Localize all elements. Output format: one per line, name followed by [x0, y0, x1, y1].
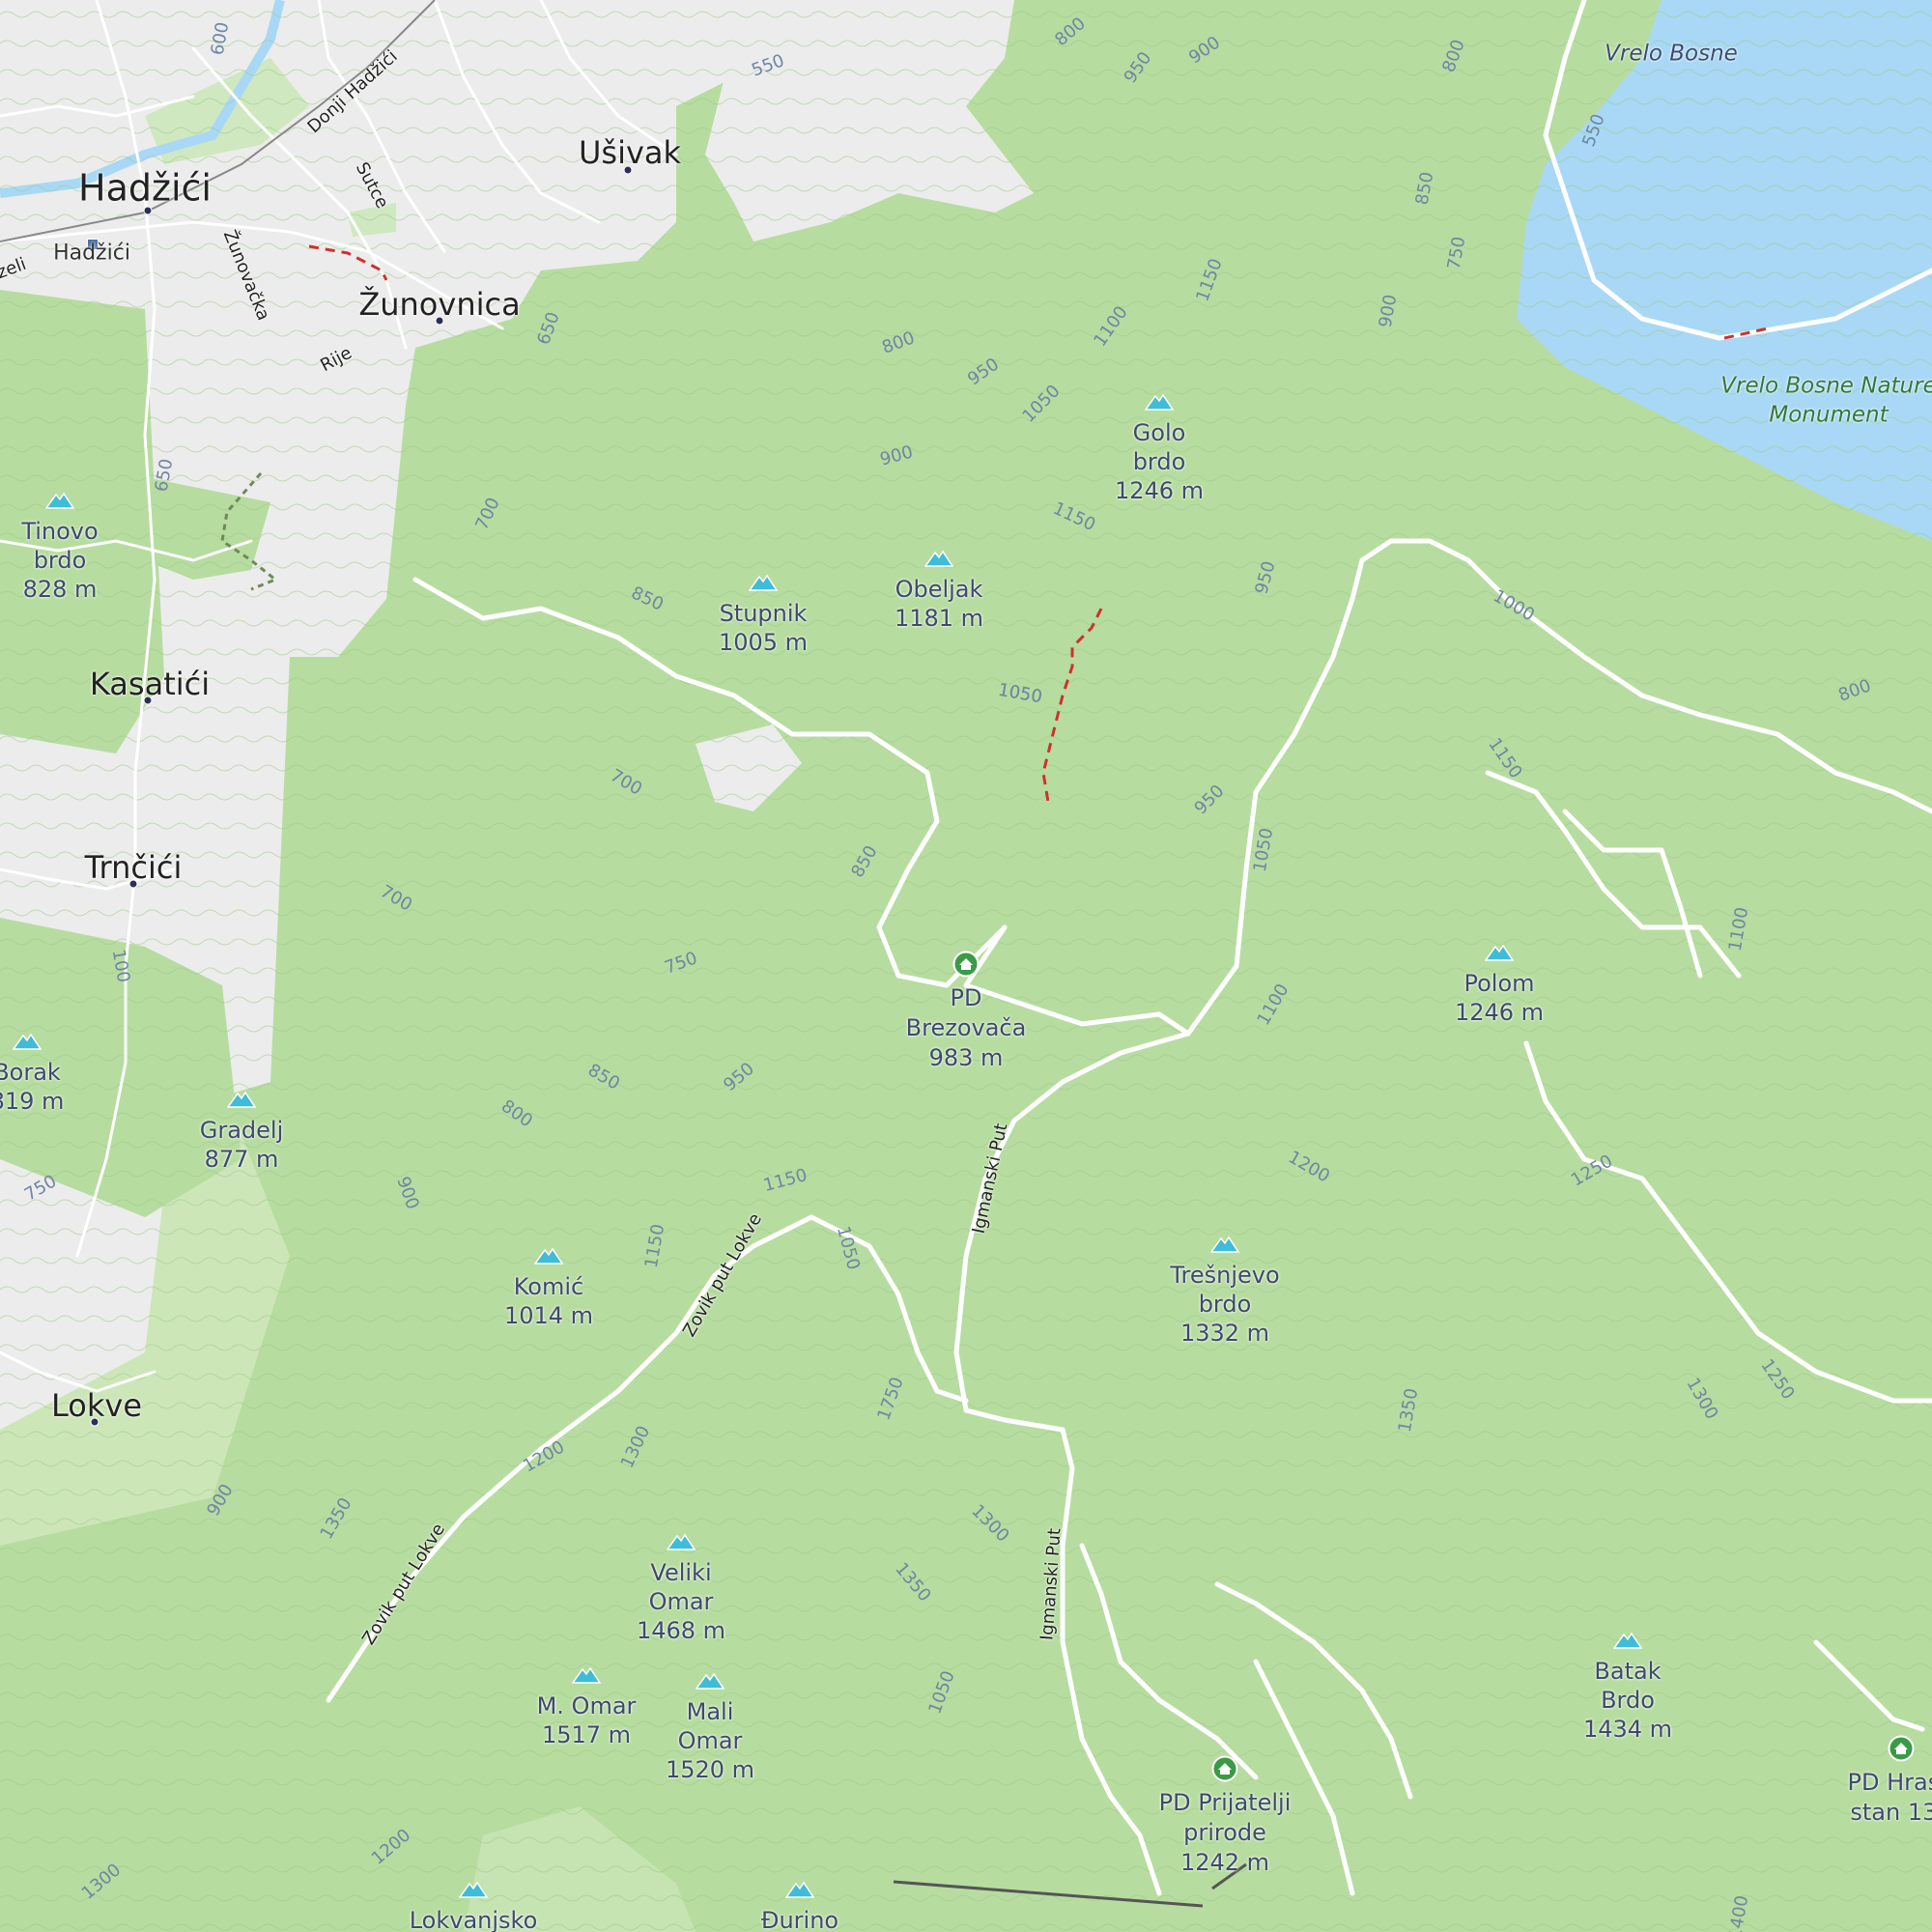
peak-label-mali-omar[interactable]: Mali — [687, 1697, 734, 1726]
peak-label-golo[interactable]: 1246 m — [1115, 476, 1204, 505]
peak-icon[interactable] — [44, 492, 75, 513]
peak-label-veliki-omar[interactable]: 1468 m — [637, 1616, 725, 1645]
peak-label-tinovo[interactable]: brdo — [34, 546, 87, 575]
town-dot-lokve — [90, 1417, 99, 1427]
peak-label-borak[interactable]: Borak — [0, 1058, 61, 1087]
hut-label-hrasnica[interactable]: stan 131 — [1850, 1798, 1932, 1827]
hut-label-hrasnica[interactable]: PD Hrasn — [1848, 1768, 1932, 1797]
park-label-line1[interactable]: Vrelo Bosne Nature — [1720, 373, 1932, 401]
peak-label-polom[interactable]: Polom — [1463, 969, 1534, 998]
town-dot-usivak — [623, 165, 633, 175]
peak-icon[interactable] — [748, 574, 779, 595]
peak-icon[interactable] — [571, 1666, 602, 1688]
peak-icon[interactable] — [784, 1881, 815, 1902]
town-dot-hadzici — [143, 206, 153, 215]
peak-icon[interactable] — [226, 1091, 257, 1112]
peak-label-batak[interactable]: 1434 m — [1583, 1715, 1672, 1744]
peak-label-komic[interactable]: Komić — [514, 1272, 583, 1301]
peak-label-polom[interactable]: 1246 m — [1455, 998, 1544, 1027]
water-label[interactable]: Vrelo Bosne — [1605, 41, 1738, 69]
peak-label-durino[interactable]: Đurino — [761, 1906, 838, 1932]
peak-label-stupnik[interactable]: Stupnik — [720, 599, 808, 628]
peak-icon[interactable] — [1612, 1632, 1643, 1653]
mountain-hut-icon[interactable] — [1211, 1755, 1238, 1786]
peak-label-komic[interactable]: 1014 m — [504, 1301, 593, 1330]
hut-label-prijatelji[interactable]: prirode — [1183, 1818, 1266, 1847]
peak-label-mali-omar[interactable]: 1520 m — [666, 1755, 754, 1784]
town-dot-kasatici — [143, 696, 153, 705]
peak-label-stupnik[interactable]: 1005 m — [719, 628, 808, 657]
hut-label-brezovaca[interactable]: PD — [951, 983, 982, 1012]
station-label[interactable]: Hadžići — [53, 240, 130, 267]
peak-label-obeljak[interactable]: 1181 m — [895, 604, 983, 633]
peak-label-golo[interactable]: Golo — [1133, 418, 1186, 447]
peak-label-batak[interactable]: Batak — [1594, 1657, 1661, 1686]
peak-label-tinovo[interactable]: Tinovo — [21, 517, 98, 546]
peak-label-m-omar[interactable]: M. Omar — [537, 1691, 637, 1720]
peak-label-borak[interactable]: 819 m — [0, 1087, 64, 1116]
peak-label-golo[interactable]: brdo — [1133, 447, 1186, 476]
peak-label-veliki-omar[interactable]: Veliki — [650, 1558, 711, 1587]
peak-icon[interactable] — [458, 1881, 489, 1902]
peak-label-gradelj[interactable]: 877 m — [205, 1145, 279, 1174]
peak-label-tresnjevo[interactable]: 1332 m — [1180, 1319, 1269, 1348]
peak-label-tresnjevo[interactable]: brdo — [1199, 1290, 1252, 1319]
town-label-hadzici[interactable]: Hadžići — [78, 165, 212, 212]
peak-label-tinovo[interactable]: 828 m — [23, 575, 98, 604]
peak-icon[interactable] — [1209, 1236, 1240, 1257]
mountain-hut-icon[interactable] — [1888, 1735, 1915, 1766]
peak-label-mali-omar[interactable]: Omar — [678, 1726, 743, 1755]
peak-icon[interactable] — [923, 550, 954, 571]
peak-label-m-omar[interactable]: 1517 m — [542, 1720, 631, 1749]
hut-label-prijatelji[interactable]: PD Prijatelji — [1159, 1788, 1292, 1817]
hut-label-brezovaca[interactable]: Brezovača — [906, 1013, 1027, 1042]
mountain-hut-icon[interactable] — [952, 951, 980, 981]
hut-label-prijatelji[interactable]: 1242 m — [1180, 1848, 1269, 1877]
peak-label-lokvanjsko[interactable]: Lokvanjsko — [410, 1906, 538, 1932]
peak-icon[interactable] — [533, 1247, 564, 1268]
peak-icon[interactable] — [12, 1033, 43, 1054]
town-dot-trncici — [128, 879, 138, 889]
park-label-line2[interactable]: Monument — [1769, 402, 1888, 430]
peak-icon[interactable] — [1484, 944, 1515, 965]
peak-label-veliki-omar[interactable]: Omar — [649, 1587, 714, 1616]
peak-icon[interactable] — [695, 1672, 725, 1693]
peak-label-obeljak[interactable]: Obeljak — [895, 575, 983, 604]
hut-label-brezovaca[interactable]: 983 m — [929, 1043, 1004, 1072]
peak-label-tresnjevo[interactable]: Trešnjevo — [1170, 1261, 1279, 1290]
peak-label-batak[interactable]: Brdo — [1601, 1686, 1655, 1715]
peak-label-gradelj[interactable]: Gradelj — [200, 1116, 284, 1145]
town-dot-zunovnica — [435, 316, 444, 326]
map-canvas[interactable]: Hadžići Ušivak Žunovnica Kasatići Trnčić… — [0, 0, 1932, 1932]
peak-icon[interactable] — [666, 1533, 696, 1554]
peak-icon[interactable] — [1144, 393, 1175, 414]
